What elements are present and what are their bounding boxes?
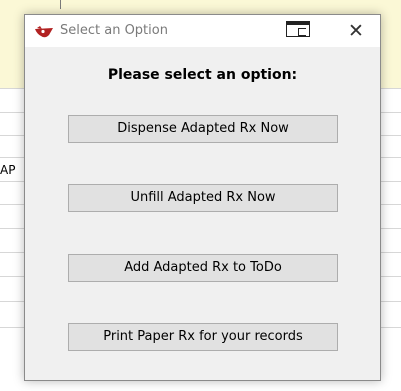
dialog-titlebar[interactable]: Select an Option ✕ [25,15,380,47]
background-partial-label: AP [0,163,16,177]
background-column-divider [60,0,61,9]
restore-window-icon [286,21,310,37]
dialog-title: Select an Option [60,23,168,38]
restore-window-button[interactable] [283,21,317,41]
unfill-adapted-rx-button[interactable]: Unfill Adapted Rx Now [68,184,338,212]
app-logo-icon [34,25,54,39]
close-icon: ✕ [348,20,364,42]
close-button[interactable]: ✕ [343,20,369,42]
dialog-heading: Please select an option: [107,67,298,83]
dispense-adapted-rx-button[interactable]: Dispense Adapted Rx Now [68,115,338,143]
add-adapted-rx-todo-button[interactable]: Add Adapted Rx to ToDo [68,254,338,282]
print-paper-rx-button[interactable]: Print Paper Rx for your records [68,323,338,351]
select-option-dialog: Select an Option ✕ Please select an opti… [24,14,381,381]
